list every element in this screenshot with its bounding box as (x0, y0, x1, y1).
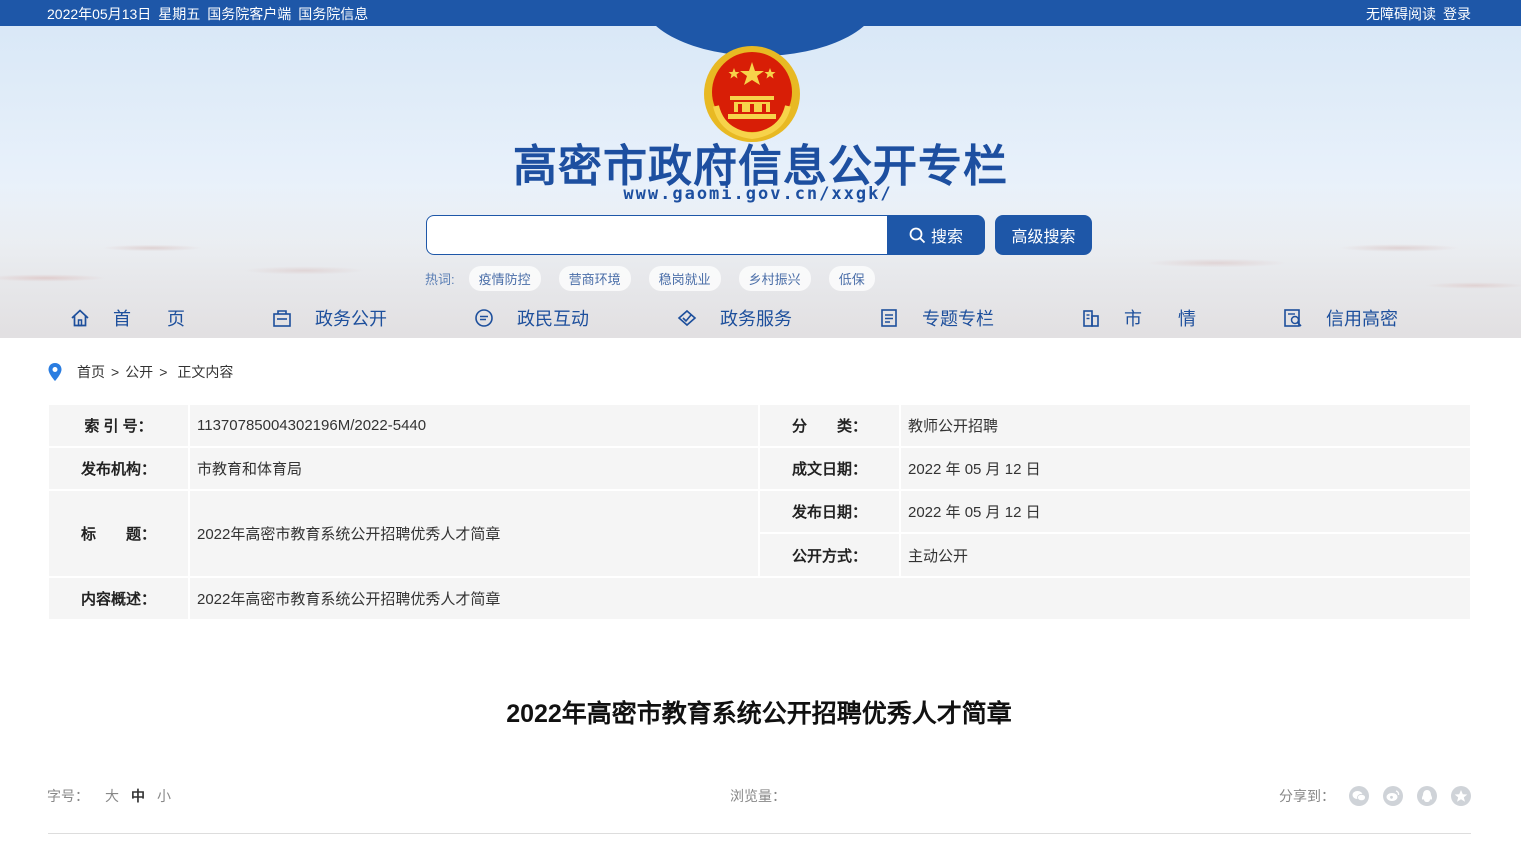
meta-disclosure-value: 主动公开 (901, 534, 1470, 576)
nav-item-credit[interactable]: 信用高密 (1282, 298, 1398, 338)
login-link[interactable]: 登录 (1443, 4, 1471, 24)
weibo-icon[interactable] (1383, 786, 1403, 806)
breadcrumb-home[interactable]: 首页 (77, 362, 105, 382)
hot-tag[interactable]: 乡村振兴 (738, 266, 811, 291)
breadcrumb-separator: > (159, 364, 168, 380)
nav-item-label: 信用高密 (1326, 309, 1398, 329)
meta-index-key: 索 引 号： (49, 405, 188, 446)
credit-search-icon (1282, 307, 1304, 329)
meta-title-value: 2022年高密市教育系统公开招聘优秀人才简章 (190, 491, 758, 576)
font-size-switcher: 字号： 大 中 小 (47, 786, 171, 806)
search-input[interactable] (426, 215, 888, 255)
document-icon (878, 307, 900, 329)
meta-org-value: 市教育和体育局 (190, 448, 758, 489)
state-council-info-link[interactable]: 国务院信息 (298, 4, 368, 24)
meta-written-date-value: 2022 年 05 月 12 日 (901, 448, 1470, 489)
hot-words-label: 热词: (425, 272, 455, 287)
meta-publish-date-value: 2022 年 05 月 12 日 (901, 491, 1470, 532)
gov-building-icon (271, 307, 293, 329)
nav-item-label: 政务服务 (720, 309, 792, 329)
search-button-label: 搜索 (930, 229, 963, 246)
meta-summary-key: 内容概述： (49, 578, 188, 619)
qzone-icon[interactable] (1451, 786, 1471, 806)
home-icon (69, 307, 91, 329)
city-icon (1080, 307, 1102, 329)
hot-tag[interactable]: 稳岗就业 (648, 266, 721, 291)
nav-item-label: 市 情 (1124, 309, 1196, 329)
hot-tag[interactable]: 疫情防控 (468, 266, 541, 291)
meta-org-key: 发布机构： (49, 448, 188, 489)
current-date: 2022年05月13日 (47, 6, 152, 22)
site-header: 高密市政府信息公开专栏 www.gaomi.gov.cn/xxgk/ 搜索 高级… (0, 26, 1521, 338)
breadcrumb-section[interactable]: 公开 (125, 362, 153, 382)
top-bar: 2022年05月13日 星期五 国务院客户端 国务院信息 无障碍阅读 登录 (0, 0, 1521, 26)
nav-item-label: 政民互动 (517, 309, 589, 329)
share-bar: 分享到： (1279, 786, 1471, 806)
article-tools: 字号： 大 中 小 浏览量： 分享到： (47, 786, 1471, 808)
font-size-small[interactable]: 小 (157, 786, 171, 806)
chat-icon (473, 307, 495, 329)
state-council-client-link[interactable]: 国务院客户端 (207, 4, 291, 24)
accessibility-link[interactable]: 无障碍阅读 (1366, 4, 1436, 24)
meta-index-value: 11370785004302196M/2022-5440 (190, 405, 758, 446)
breadcrumb-separator: > (111, 364, 120, 380)
nav-item-label: 政务公开 (315, 309, 387, 329)
nav-item-interaction[interactable]: 政民互动 (473, 298, 589, 338)
breadcrumb-current: 正文内容 (177, 364, 234, 380)
meta-title-key: 标 题： (49, 491, 188, 576)
hot-tag[interactable]: 低保 (828, 266, 875, 291)
content-divider (48, 833, 1471, 834)
hot-words: 热词: 疫情防控 营商环境 稳岗就业 乡村振兴 低保 (425, 266, 893, 291)
search-bar: 搜索 (426, 215, 986, 255)
font-size-label: 字号： (47, 788, 89, 804)
meta-summary-value: 2022年高密市教育系统公开招聘优秀人才简章 (190, 578, 1470, 619)
top-bar-right: 无障碍阅读 登录 (1366, 4, 1471, 24)
search-icon (909, 227, 926, 243)
hot-tag[interactable]: 营商环境 (558, 266, 631, 291)
nav-item-label: 首 页 (113, 309, 185, 329)
font-size-large[interactable]: 大 (105, 786, 119, 806)
article-title: 2022年高密市教育系统公开招聘优秀人才简章 (506, 700, 1012, 728)
view-count-label: 浏览量： (730, 788, 786, 804)
font-size-medium[interactable]: 中 (131, 786, 145, 806)
meta-category-key: 分 类： (760, 405, 899, 446)
search-button[interactable]: 搜索 (887, 215, 985, 255)
top-bar-left: 2022年05月13日 星期五 国务院客户端 国务院信息 (47, 4, 368, 24)
advanced-search-button[interactable]: 高级搜索 (995, 215, 1092, 255)
nav-item-gov-affairs[interactable]: 政务公开 (271, 298, 387, 338)
breadcrumb: 首页 > 公开 > 正文内容 (47, 361, 233, 383)
share-label: 分享到： (1279, 788, 1335, 804)
service-icon (676, 307, 698, 329)
nav-item-home[interactable]: 首 页 (69, 298, 185, 338)
nav-item-city-info[interactable]: 市 情 (1080, 298, 1196, 338)
qq-icon[interactable] (1417, 786, 1437, 806)
location-pin-icon (48, 363, 62, 381)
national-emblem-icon (704, 46, 800, 142)
current-weekday: 星期五 (158, 6, 201, 22)
nav-item-label: 专题专栏 (922, 309, 994, 329)
nav-item-topics[interactable]: 专题专栏 (878, 298, 994, 338)
nav-item-services[interactable]: 政务服务 (676, 298, 792, 338)
main-nav: 首 页 政务公开 政民互动 政务服务 专题专栏 市 情 信用高密 (0, 298, 1521, 338)
meta-disclosure-key: 公开方式： (760, 534, 899, 576)
site-url: www.gaomi.gov.cn/xxgk/ (623, 184, 893, 204)
meta-category-value: 教师公开招聘 (901, 405, 1470, 446)
meta-publish-date-key: 发布日期： (760, 491, 899, 532)
meta-written-date-key: 成文日期： (760, 448, 899, 489)
wechat-icon[interactable] (1349, 786, 1369, 806)
